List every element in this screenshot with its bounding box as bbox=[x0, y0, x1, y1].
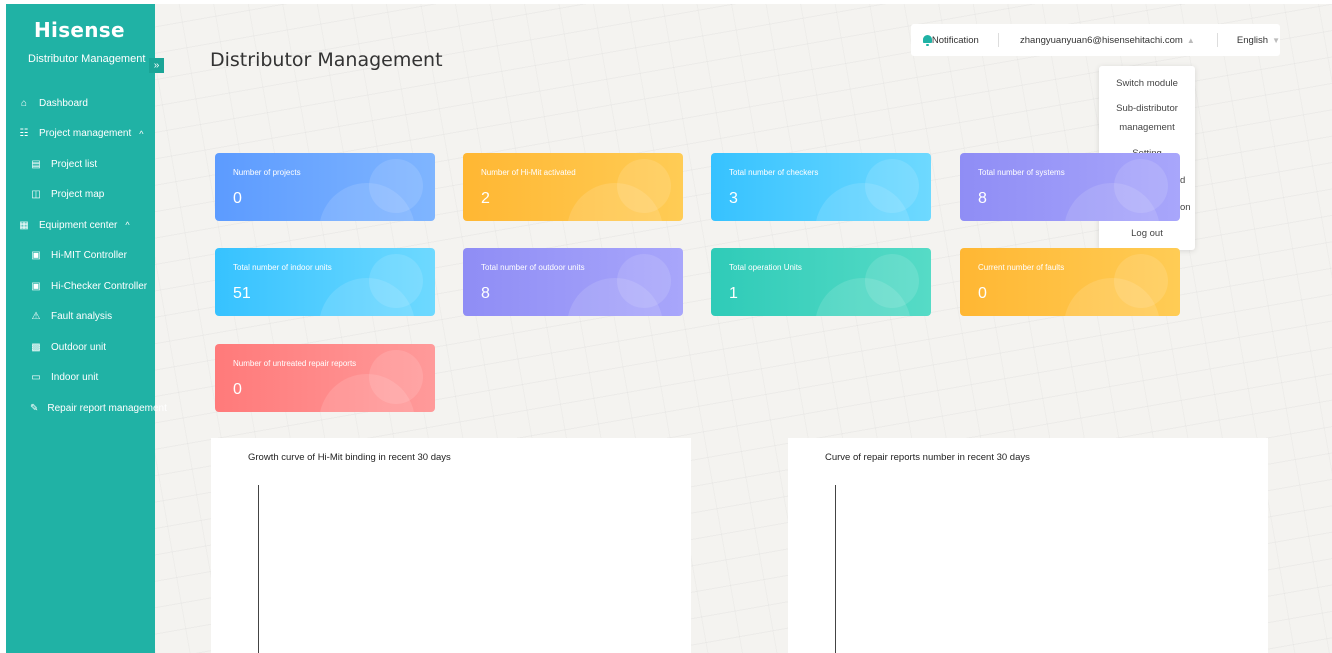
sidebar-nav: ⌂ Dashboard ☷ Project management ^ ▤ Pro… bbox=[6, 88, 167, 424]
card-decoration bbox=[1114, 159, 1168, 213]
stat-card-systems[interactable]: Total number of systems 8 bbox=[960, 153, 1180, 221]
card-decoration bbox=[617, 254, 671, 308]
card-decoration bbox=[369, 350, 423, 404]
sidebar-item-repair-report-management[interactable]: ✎ Repair report management bbox=[6, 393, 167, 424]
stat-label: Total number of checkers bbox=[729, 168, 819, 177]
card-decoration bbox=[617, 159, 671, 213]
sidebar-item-equipment-center[interactable]: ▦ Equipment center ^ bbox=[6, 210, 155, 241]
stat-label: Current number of faults bbox=[978, 263, 1065, 272]
stat-value: 2 bbox=[481, 190, 490, 207]
sidebar-item-label: Hi-Checker Controller bbox=[51, 280, 148, 292]
sidebar-item-label: Dashboard bbox=[39, 97, 88, 109]
caret-down-icon: ▼ bbox=[1272, 35, 1281, 45]
outdoor-unit-icon: ▩ bbox=[31, 341, 41, 353]
chevron-up-icon: ^ bbox=[139, 128, 144, 139]
bell-icon[interactable] bbox=[922, 34, 932, 46]
project-icon: ☷ bbox=[19, 128, 29, 140]
stat-card-indoor-units[interactable]: Total number of indoor units 51 bbox=[215, 248, 435, 316]
double-chevron-right-icon: » bbox=[153, 60, 160, 71]
stat-card-outdoor-units[interactable]: Total number of outdoor units 8 bbox=[463, 248, 683, 316]
sidebar-item-hi-mit-controller[interactable]: ▣ Hi-MIT Controller bbox=[6, 241, 155, 272]
sidebar-item-label: Outdoor unit bbox=[51, 341, 107, 353]
sidebar-item-project-management[interactable]: ☷ Project management ^ bbox=[6, 119, 155, 150]
equipment-icon: ▦ bbox=[19, 219, 29, 231]
sidebar-item-outdoor-unit[interactable]: ▩ Outdoor unit bbox=[6, 332, 155, 363]
stat-value: 51 bbox=[233, 285, 251, 302]
sidebar-item-label: Hi-MIT Controller bbox=[51, 250, 127, 262]
stat-label: Total number of systems bbox=[978, 168, 1065, 177]
list-icon: ▤ bbox=[31, 158, 41, 170]
controller-icon: ▣ bbox=[31, 250, 41, 262]
controller-icon: ▣ bbox=[31, 280, 41, 292]
home-icon: ⌂ bbox=[20, 97, 28, 109]
chart-y-axis bbox=[258, 485, 259, 653]
chart-title: Growth curve of Hi-Mit binding in recent… bbox=[248, 452, 451, 463]
warning-icon: ⚠ bbox=[31, 311, 41, 323]
menu-item-log-out[interactable]: Log out bbox=[1099, 225, 1195, 242]
sidebar-item-fault-analysis[interactable]: ⚠ Fault analysis bbox=[6, 302, 155, 333]
sidebar-item-label: Fault analysis bbox=[51, 311, 113, 323]
stat-label: Number of untreated repair reports bbox=[233, 359, 357, 368]
sidebar: Hisense Distributor Management ⌂ Dashboa… bbox=[6, 4, 167, 653]
top-bar: Notification zhangyuanyuan6@hisensehitac… bbox=[911, 24, 1280, 56]
stat-card-projects[interactable]: Number of projects 0 bbox=[215, 153, 435, 221]
sidebar-item-project-list[interactable]: ▤ Project list bbox=[6, 149, 155, 180]
sidebar-item-hi-checker-controller[interactable]: ▣ Hi-Checker Controller bbox=[6, 271, 155, 302]
stat-label: Total operation Units bbox=[729, 263, 802, 272]
language-select[interactable]: English ▼ bbox=[1237, 35, 1280, 46]
sidebar-item-indoor-unit[interactable]: ▭ Indoor unit bbox=[6, 363, 155, 394]
stat-label: Number of Hi-Mit activated bbox=[481, 168, 576, 177]
notification-link[interactable]: Notification bbox=[932, 35, 979, 46]
chart-panel-hi-mit-growth: Growth curve of Hi-Mit binding in recent… bbox=[211, 438, 691, 653]
page-title: Distributor Management bbox=[210, 49, 443, 71]
menu-item-switch-module[interactable]: Switch module bbox=[1099, 75, 1195, 92]
card-decoration bbox=[369, 159, 423, 213]
sidebar-item-label: Project list bbox=[51, 158, 98, 170]
language-value: English bbox=[1236, 34, 1269, 46]
top-frame bbox=[0, 0, 1332, 4]
menu-item-sub-distributor[interactable]: Sub-distributor bbox=[1099, 100, 1195, 117]
card-decoration bbox=[1114, 254, 1168, 308]
indoor-unit-icon: ▭ bbox=[31, 372, 41, 384]
brand-subtitle: Distributor Management bbox=[28, 53, 146, 65]
chevron-up-icon: ^ bbox=[125, 220, 130, 231]
menu-item-sub-distributor-management[interactable]: management bbox=[1099, 119, 1195, 136]
sidebar-item-label: Indoor unit bbox=[51, 372, 99, 384]
chart-title: Curve of repair reports number in recent… bbox=[825, 452, 1030, 463]
stat-value: 8 bbox=[978, 190, 987, 207]
chart-y-axis bbox=[835, 485, 836, 653]
stat-value: 0 bbox=[233, 190, 242, 207]
stat-label: Total number of indoor units bbox=[233, 263, 332, 272]
wrench-icon: ✎ bbox=[30, 402, 39, 414]
stat-label: Number of projects bbox=[233, 168, 301, 177]
sidebar-item-dashboard[interactable]: ⌂ Dashboard bbox=[6, 88, 155, 119]
card-decoration bbox=[865, 254, 919, 308]
stat-value: 1 bbox=[729, 285, 738, 302]
brand-logo: Hisense bbox=[34, 18, 125, 42]
caret-up-icon: ▲ bbox=[1186, 35, 1195, 45]
map-icon: ◫ bbox=[31, 189, 41, 201]
stat-card-faults[interactable]: Current number of faults 0 bbox=[960, 248, 1180, 316]
stat-card-operation-units[interactable]: Total operation Units 1 bbox=[711, 248, 931, 316]
user-menu-trigger[interactable]: zhangyuanyuan6@hisensehitachi.com ▲ bbox=[1020, 35, 1195, 46]
stat-card-checkers[interactable]: Total number of checkers 3 bbox=[711, 153, 931, 221]
stat-card-untreated-repair-reports[interactable]: Number of untreated repair reports 0 bbox=[215, 344, 435, 412]
stat-value: 3 bbox=[729, 190, 738, 207]
stat-label: Total number of outdoor units bbox=[481, 263, 585, 272]
stat-value: 0 bbox=[233, 381, 242, 398]
sidebar-item-label: Project map bbox=[51, 189, 105, 201]
card-decoration bbox=[369, 254, 423, 308]
sidebar-item-project-map[interactable]: ◫ Project map bbox=[6, 180, 155, 211]
card-decoration bbox=[865, 159, 919, 213]
collapse-sidebar-button[interactable]: » bbox=[149, 58, 164, 73]
stat-value: 8 bbox=[481, 285, 490, 302]
sidebar-item-label: Repair report management bbox=[47, 402, 167, 414]
stat-value: 0 bbox=[978, 285, 987, 302]
stat-card-hi-mit-activated[interactable]: Number of Hi-Mit activated 2 bbox=[463, 153, 683, 221]
user-email: zhangyuanyuan6@hisensehitachi.com bbox=[1020, 34, 1183, 46]
chart-panel-repair-reports: Curve of repair reports number in recent… bbox=[788, 438, 1268, 653]
sidebar-item-label: Project management bbox=[39, 128, 132, 140]
sidebar-item-label: Equipment center bbox=[39, 219, 118, 231]
